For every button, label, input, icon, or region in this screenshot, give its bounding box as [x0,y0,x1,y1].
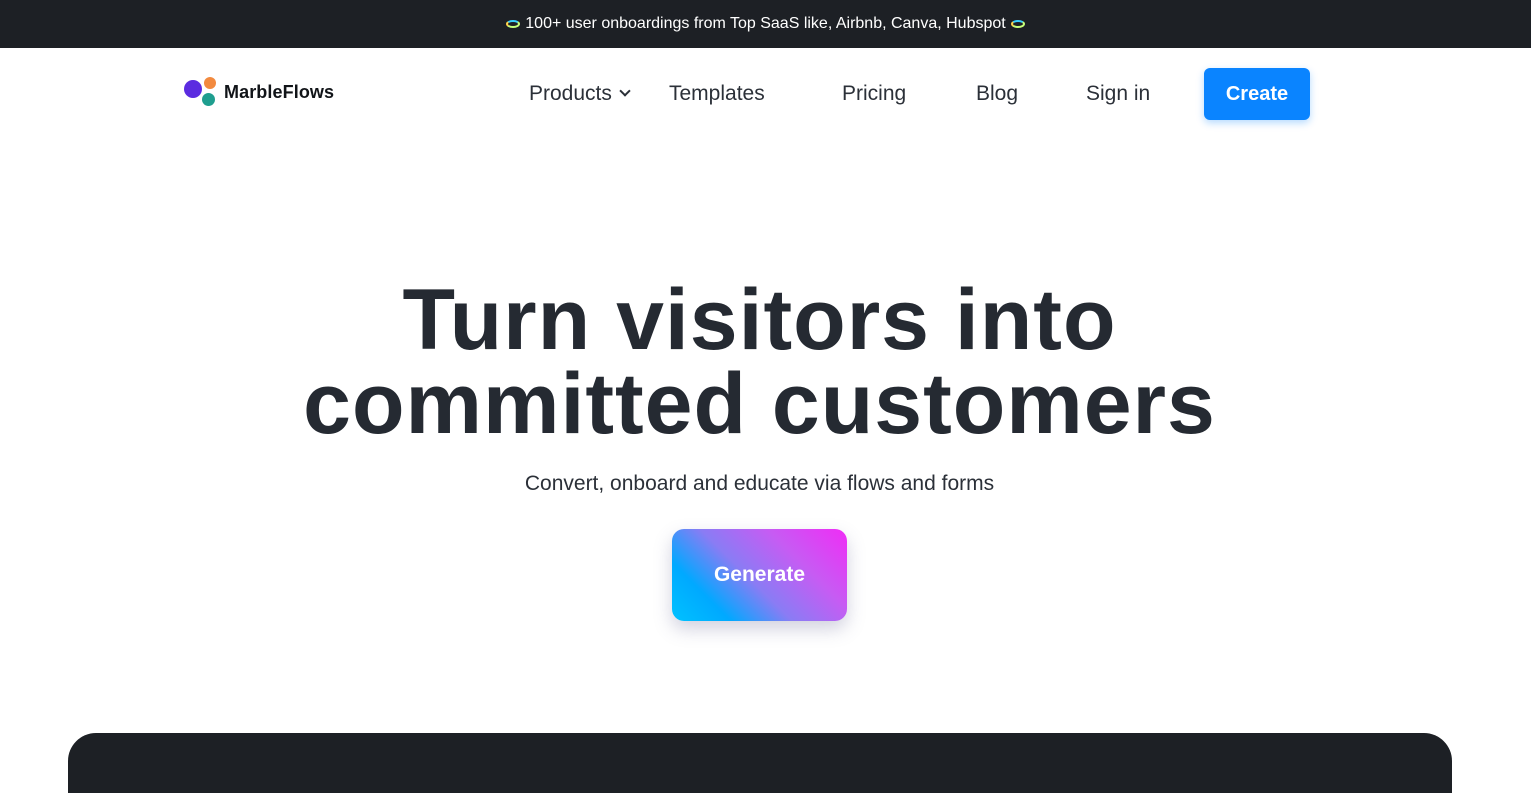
nav-item-templates[interactable]: Templates [669,80,765,108]
nav-item-blog[interactable]: Blog [976,80,1018,108]
nav-item-products[interactable]: Products [529,80,631,108]
sign-in-link[interactable]: Sign in [1086,80,1150,108]
hero-title-line-2: committed customers [303,356,1216,452]
chevron-down-icon [619,85,631,97]
create-button[interactable]: Create [1204,68,1310,120]
nav-item-label: Products [529,82,612,105]
top-navigation: MarbleFlows Products Templates Pricing B… [0,48,1531,140]
announcement-bar: 100+ user onboardings from Top SaaS like… [0,0,1531,48]
nav-item-pricing[interactable]: Pricing [842,80,906,108]
ring-icon [1010,20,1025,28]
generate-button[interactable]: Generate [672,529,847,621]
hero-title-line-1: Turn visitors into [402,272,1117,368]
announcement-text: 100+ user onboardings from Top SaaS like… [525,15,1006,32]
logo[interactable]: MarbleFlows [184,76,334,108]
ring-icon [506,20,521,28]
logo-text: MarbleFlows [224,81,335,102]
logo-mark-icon [184,76,218,108]
hero-title: Turn visitors into committed customers [0,277,1519,447]
hero-subtitle: Convert, onboard and educate via flows a… [524,472,995,495]
preview-panel [68,733,1452,793]
